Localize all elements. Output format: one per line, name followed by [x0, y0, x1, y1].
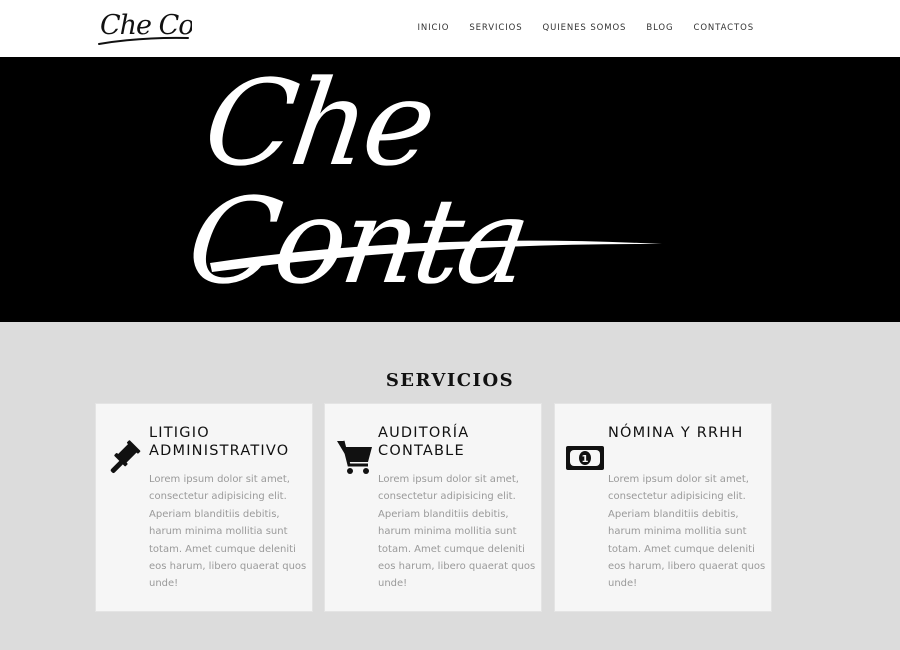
card-title: AUDITORÍA CONTABLE — [378, 425, 470, 459]
hero-swoosh — [210, 240, 662, 272]
card-description: Lorem ipsum dolor sit amet, consectetur … — [149, 474, 307, 590]
gavel-icon — [106, 438, 146, 478]
card-title: NÓMINA Y RRHH — [608, 425, 744, 441]
service-card-nomina: 1 NÓMINA Y RRHH Lorem ipsum dolor sit am… — [554, 403, 772, 612]
hero-banner: Che Conta — [0, 54, 900, 322]
card-description: Lorem ipsum dolor sit amet, consectetur … — [608, 474, 766, 590]
logo-mark: Che Conta — [98, 10, 236, 45]
shopping-cart-icon — [335, 438, 375, 478]
nav-quienes-somos[interactable]: QUIENES SOMOS — [543, 23, 627, 33]
nav-contactos[interactable]: CONTACTOS — [694, 23, 755, 33]
logo-lettering: Che Conta — [100, 10, 192, 41]
service-card-auditoria: AUDITORÍA CONTABLE Lorem ipsum dolor sit… — [324, 403, 542, 612]
site-header: Che Conta INICIO SERVICIOS QUIENES SOMOS… — [0, 0, 900, 57]
banknote-digit: 1 — [582, 454, 589, 465]
services-heading: SERVICIOS — [385, 370, 515, 391]
card-title: LITIGIO ADMINISTRATIVO — [149, 425, 290, 459]
nav-blog[interactable]: BLOG — [646, 23, 673, 33]
banknote-icon: 1 — [565, 438, 605, 478]
service-card-litigio: LITIGIO ADMINISTRATIVO Lorem ipsum dolor… — [95, 403, 313, 612]
main-nav: INICIO SERVICIOS QUIENES SOMOS BLOG CONT… — [397, 0, 754, 55]
nav-servicios[interactable]: SERVICIOS — [469, 23, 522, 33]
site-logo[interactable]: Che Conta — [96, 4, 236, 48]
nav-inicio[interactable]: INICIO — [417, 23, 449, 33]
card-description: Lorem ipsum dolor sit amet, consectetur … — [378, 474, 536, 590]
